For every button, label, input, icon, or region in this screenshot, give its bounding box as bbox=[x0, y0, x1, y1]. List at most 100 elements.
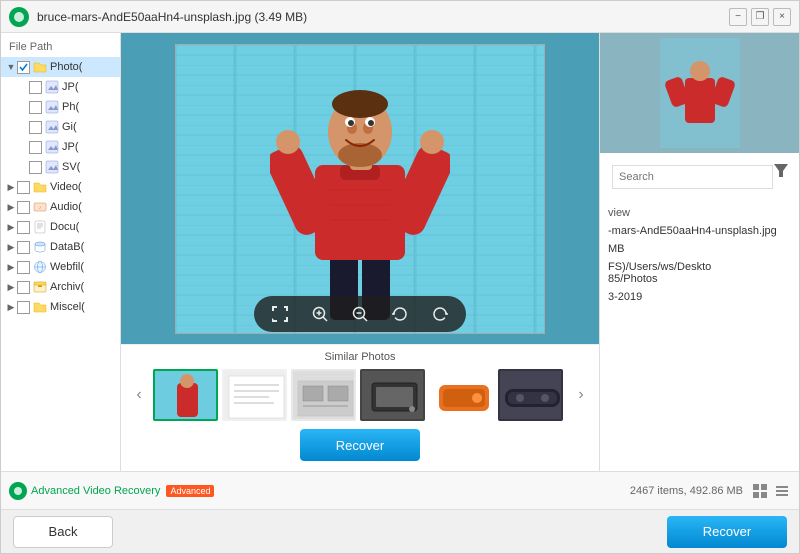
search-input[interactable] bbox=[612, 165, 773, 189]
main-content-area: Similar Photos ‹ bbox=[121, 33, 599, 471]
file-count-status: 2467 items, 492.86 MB bbox=[630, 485, 743, 497]
tree-label-sv: SV( bbox=[62, 161, 80, 173]
date-row: 3-2019 bbox=[608, 291, 791, 303]
tree-item-jpg1[interactable]: JP( bbox=[1, 77, 120, 97]
rotate-right-button[interactable] bbox=[428, 302, 452, 326]
expand-arrow: ▼ bbox=[5, 61, 17, 73]
action-bar: Back Recover bbox=[1, 509, 799, 553]
tree-checkbox[interactable] bbox=[29, 81, 42, 94]
tree-label-photos: Photo( bbox=[50, 61, 82, 73]
tree-item-archive[interactable]: ▶ Archiv( bbox=[1, 277, 120, 297]
thumbnail-3[interactable] bbox=[291, 369, 356, 421]
path-value: FS)/Users/ws/Deskto 85/Photos bbox=[608, 261, 791, 285]
tree-label-db: DataB( bbox=[50, 241, 84, 253]
thumb-preview-4 bbox=[362, 371, 425, 421]
tree-item-audio[interactable]: ▶ ♪ Audio( bbox=[1, 197, 120, 217]
person-svg bbox=[270, 60, 450, 330]
tree-checkbox[interactable] bbox=[29, 141, 42, 154]
thumbnail-2[interactable] bbox=[222, 369, 287, 421]
advanced-video-section: Advanced Video Recovery Advanced bbox=[9, 482, 315, 500]
app-logo bbox=[9, 7, 29, 27]
close-button[interactable]: × bbox=[773, 8, 791, 26]
recoverit-icon bbox=[13, 486, 23, 496]
tree-checkbox[interactable] bbox=[17, 281, 30, 294]
sidebar-header: File Path bbox=[1, 37, 120, 57]
advanced-video-label[interactable]: Advanced Video Recovery bbox=[31, 485, 160, 497]
expand-arrow: ▶ bbox=[5, 221, 17, 233]
thumbnail-1[interactable] bbox=[153, 369, 218, 421]
image-icon bbox=[45, 120, 59, 134]
tree-label-jpg2: JP( bbox=[62, 141, 79, 153]
maximize-button[interactable]: ❐ bbox=[751, 8, 769, 26]
view-toggle-buttons bbox=[751, 482, 791, 500]
tree-checkbox[interactable] bbox=[17, 201, 30, 214]
prev-arrow-button[interactable]: ‹ bbox=[129, 375, 149, 415]
similar-photos-strip: ‹ bbox=[121, 369, 599, 421]
back-button[interactable]: Back bbox=[13, 516, 113, 548]
database-icon bbox=[33, 240, 47, 254]
similar-photos-title: Similar Photos bbox=[121, 351, 599, 363]
man-figure bbox=[270, 60, 450, 333]
image-icon bbox=[45, 160, 59, 174]
recover-bottom-button[interactable]: Recover bbox=[667, 516, 787, 548]
date-value: 3-2019 bbox=[608, 291, 791, 303]
expand-arrow: ▶ bbox=[5, 201, 17, 213]
recover-main-button[interactable]: Recover bbox=[300, 429, 420, 461]
next-arrow-button[interactable]: › bbox=[571, 375, 591, 415]
thumb-preview-5 bbox=[431, 371, 494, 421]
tree-checkbox[interactable] bbox=[17, 261, 30, 274]
right-thumb-image bbox=[660, 38, 740, 148]
minimize-button[interactable]: − bbox=[729, 8, 747, 26]
search-area bbox=[600, 153, 799, 197]
status-bar: Advanced Video Recovery Advanced 2467 it… bbox=[1, 471, 799, 509]
zoom-out-button[interactable] bbox=[348, 302, 372, 326]
tree-item-misc[interactable]: ▶ Miscel( bbox=[1, 297, 120, 317]
av-icon bbox=[9, 482, 27, 500]
similar-photos-section: Similar Photos ‹ bbox=[121, 344, 599, 471]
tree-item-web[interactable]: ▶ Webfil( bbox=[1, 257, 120, 277]
recover-button-container: Recover bbox=[121, 429, 599, 461]
grid-view-button[interactable] bbox=[751, 482, 769, 500]
grid-icon bbox=[752, 483, 768, 499]
tree-item-ph[interactable]: Ph( bbox=[1, 97, 120, 117]
tree-item-video[interactable]: ▶ Video( bbox=[1, 177, 120, 197]
tree-item-db[interactable]: ▶ DataB( bbox=[1, 237, 120, 257]
thumbnail-5[interactable] bbox=[429, 369, 494, 421]
thumbnail-4[interactable] bbox=[360, 369, 425, 421]
thumbnail-6[interactable] bbox=[498, 369, 563, 421]
similar-thumbnails bbox=[153, 369, 567, 421]
tree-item-gi[interactable]: Gi( bbox=[1, 117, 120, 137]
expand-arrow: ▶ bbox=[5, 241, 17, 253]
audio-icon: ♪ bbox=[33, 200, 47, 214]
tree-checkbox[interactable] bbox=[29, 101, 42, 114]
zoom-in-button[interactable] bbox=[308, 302, 332, 326]
expand-arrow: ▶ bbox=[5, 301, 17, 313]
tree-checkbox[interactable] bbox=[17, 241, 30, 254]
folder-icon bbox=[33, 300, 47, 314]
tree-checkbox[interactable] bbox=[17, 181, 30, 194]
expand-arrow bbox=[17, 81, 29, 93]
tree-checkbox[interactable] bbox=[29, 121, 42, 134]
tree-checkbox[interactable] bbox=[17, 61, 30, 74]
expand-arrow bbox=[17, 101, 29, 113]
fit-screen-button[interactable] bbox=[268, 302, 292, 326]
tree-item-jpg2[interactable]: JP( bbox=[1, 137, 120, 157]
thumb-preview-6 bbox=[500, 371, 563, 421]
tree-item-photos[interactable]: ▼ Photo( bbox=[1, 57, 120, 77]
tree-item-sv[interactable]: SV( bbox=[1, 157, 120, 177]
title-bar: bruce-mars-AndE50aaHn4-unsplash.jpg (3.4… bbox=[1, 1, 799, 33]
expand-arrow: ▶ bbox=[5, 181, 17, 193]
tree-label-misc: Miscel( bbox=[50, 301, 85, 313]
tree-item-docs[interactable]: ▶ Docu( bbox=[1, 217, 120, 237]
filter-button[interactable] bbox=[769, 159, 793, 185]
tree-checkbox[interactable] bbox=[17, 301, 30, 314]
image-icon bbox=[45, 80, 59, 94]
tree-checkbox[interactable] bbox=[29, 161, 42, 174]
thumb-preview-1 bbox=[155, 371, 218, 421]
tree-label-audio: Audio( bbox=[50, 201, 82, 213]
right-thumbnail bbox=[600, 33, 799, 153]
list-view-button[interactable] bbox=[773, 482, 791, 500]
archive-icon bbox=[33, 280, 47, 294]
tree-checkbox[interactable] bbox=[17, 221, 30, 234]
rotate-left-button[interactable] bbox=[388, 302, 412, 326]
